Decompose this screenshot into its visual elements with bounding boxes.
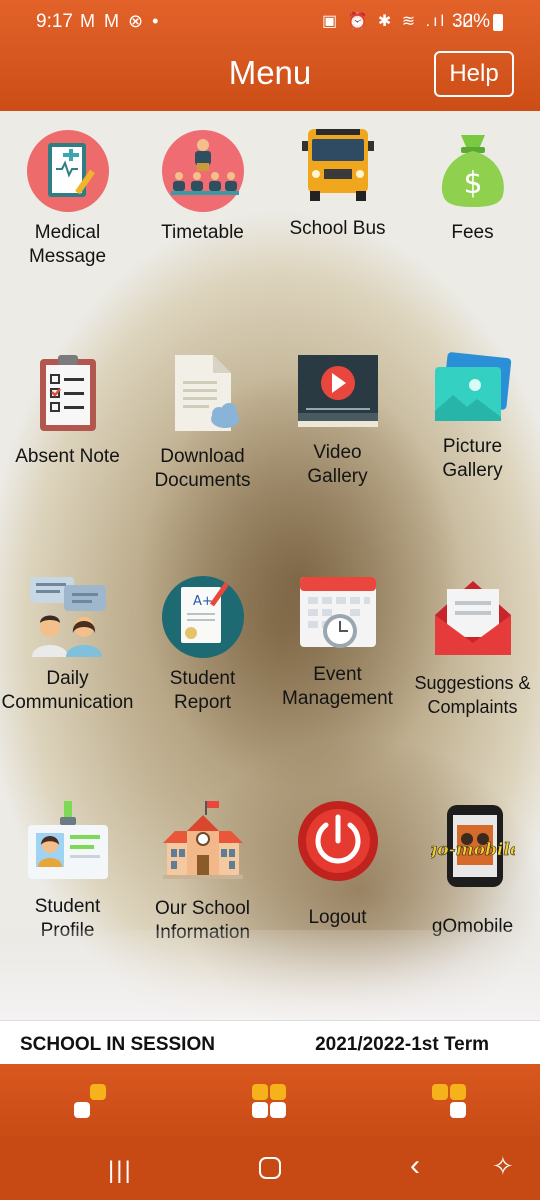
svg-text:go-mobile: go-mobile (431, 840, 515, 860)
id-badge-icon (26, 799, 110, 883)
menu-bottom-fade (0, 930, 540, 1020)
battery-percent: 32% (452, 11, 491, 32)
menu-item-label: Video (313, 442, 362, 463)
menu-item-label: Gallery (442, 460, 503, 481)
session-status: SCHOOL IN SESSION (20, 1034, 215, 1055)
session-term: 2021/2022-1st Term (315, 1034, 489, 1055)
menu-item-label: Timetable (161, 222, 244, 243)
money-bag-icon: $ (431, 129, 515, 213)
menu-item-timetable[interactable]: Timetable (135, 129, 270, 349)
classroom-teacher-icon (161, 129, 245, 213)
menu-item-label: Report (173, 692, 232, 713)
menu-item-label: Student (169, 668, 236, 689)
menu-item-label: Download (160, 446, 245, 467)
menu-item-suggestions-complaints[interactable]: Suggestions & Complaints (405, 575, 540, 795)
menu-item-absent-note[interactable]: Absent Note (0, 351, 135, 571)
notification-icons: M M ⊗ • (80, 11, 161, 31)
menu-item-picture-gallery[interactable]: Picture Gallery (405, 351, 540, 571)
system-nav-bar: ||| ‹ ✧ (0, 1137, 540, 1200)
session-status-bar: SCHOOL IN SESSION 2021/2022-1st Term (0, 1020, 540, 1064)
menu-grid: Medical Message Timetable School Bus $ F… (0, 111, 540, 1020)
video-player-icon (296, 351, 380, 435)
status-time: 9:17 (36, 11, 73, 32)
menu-item-label: School Bus (289, 218, 386, 239)
menu-item-label: Message (28, 246, 107, 267)
menu-item-download-documents[interactable]: Download Documents (135, 351, 270, 571)
bottom-nav (0, 1064, 540, 1137)
svg-text:A+: A+ (193, 594, 213, 609)
menu-item-label: Complaints (427, 697, 518, 717)
status-bar: 9:17 M M ⊗ • ▣ ⏰ ✱ ≋ .ıl .ıl 32% (0, 0, 540, 44)
menu-item-label: Medical (34, 222, 101, 243)
document-cloud-icon (161, 351, 245, 435)
menu-item-label: Gallery (307, 466, 368, 487)
nav-back-grid-icon[interactable] (72, 1082, 112, 1122)
people-chat-icon (26, 575, 110, 659)
menu-item-label: Logout (308, 907, 367, 928)
menu-item-label: Daily (46, 668, 89, 689)
power-icon (296, 799, 380, 883)
menu-item-event-management[interactable]: Event Management (270, 575, 405, 795)
menu-item-school-bus[interactable]: School Bus (270, 129, 405, 349)
menu-item-label: Documents (154, 470, 251, 491)
recents-icon[interactable]: ||| (108, 1157, 133, 1185)
gomobile-phone-icon: go-mobile (431, 803, 515, 887)
nav-home-grid-icon[interactable] (250, 1082, 290, 1122)
menu-item-label: Event (313, 664, 362, 685)
menu-item-label: Suggestions & (414, 673, 531, 693)
menu-item-fees[interactable]: $ Fees (405, 129, 540, 349)
menu-item-label: Student (34, 896, 101, 917)
menu-item-label: Our School (154, 898, 251, 919)
menu-item-video-gallery[interactable]: Video Gallery (270, 351, 405, 571)
battery-icon (493, 14, 503, 31)
menu-item-label: Absent Note (15, 446, 120, 467)
menu-item-label: Communication (1, 692, 134, 713)
menu-item-label: Picture (442, 436, 503, 457)
photo-stack-icon (431, 351, 515, 435)
school-building-icon (161, 799, 245, 883)
report-card-icon: A+ (161, 575, 245, 659)
menu-item-medical-message[interactable]: Medical Message (0, 129, 135, 349)
nav-more-grid-icon[interactable] (430, 1082, 470, 1122)
accessibility-icon[interactable]: ✧ (492, 1151, 514, 1182)
checklist-clipboard-icon (26, 351, 110, 435)
envelope-letter-icon (431, 575, 515, 659)
medical-clipboard-icon (26, 129, 110, 213)
menu-item-daily-communication[interactable]: Daily Communication (0, 575, 135, 795)
back-icon[interactable]: ‹ (410, 1149, 420, 1183)
school-bus-icon (296, 125, 380, 209)
app-header: 9:17 M M ⊗ • ▣ ⏰ ✱ ≋ .ıl .ıl 32% Menu He… (0, 0, 540, 111)
menu-item-label: Management (282, 688, 393, 709)
help-button[interactable]: Help (434, 51, 514, 97)
menu-item-student-report[interactable]: A+ Student Report (135, 575, 270, 795)
menu-item-label: Fees (451, 222, 494, 243)
svg-text:$: $ (463, 166, 482, 201)
home-icon[interactable] (259, 1157, 281, 1179)
calendar-clock-icon (296, 571, 380, 655)
